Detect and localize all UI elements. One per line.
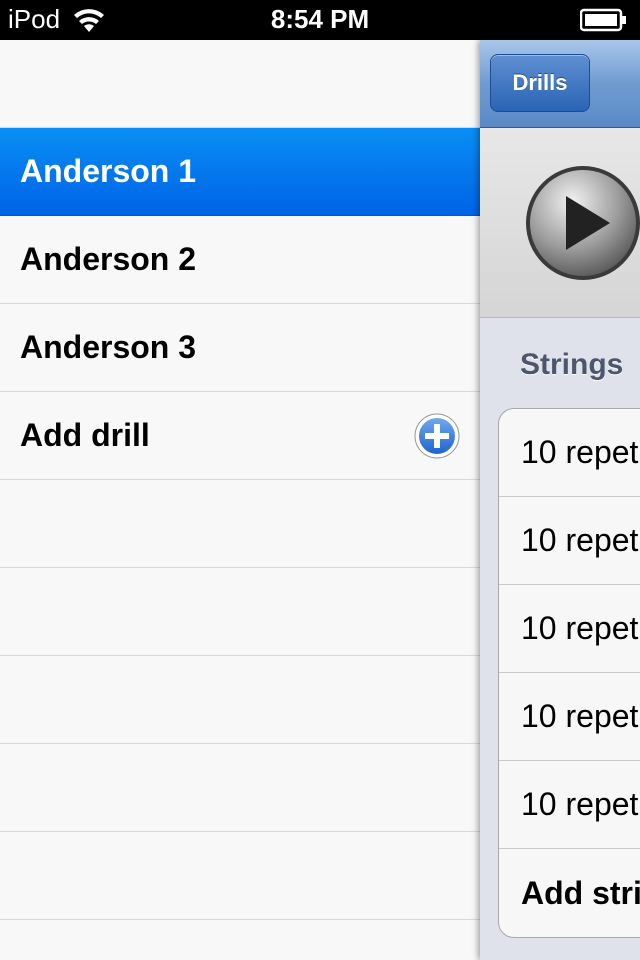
navigation-bar: Drills — [480, 40, 640, 128]
battery-icon — [579, 8, 628, 39]
strings-table: 10 repet 10 repet 10 repet 10 repet 10 r… — [498, 408, 640, 938]
add-drill-label: Add drill — [20, 417, 150, 453]
drill-row-anderson-2[interactable]: Anderson 2 — [0, 216, 480, 304]
string-row[interactable]: 10 repet — [499, 761, 640, 849]
string-row[interactable]: 10 repet — [499, 409, 640, 497]
string-row[interactable]: 10 repet — [499, 497, 640, 585]
plus-circle-icon[interactable] — [414, 413, 460, 459]
add-string-row[interactable]: Add stri — [499, 849, 640, 937]
empty-row — [0, 656, 480, 744]
drills-back-button[interactable]: Drills — [490, 54, 590, 112]
list-header — [0, 40, 480, 128]
string-row[interactable]: 10 repet — [499, 585, 640, 673]
play-icon[interactable] — [524, 164, 640, 282]
drill-row-anderson-1[interactable]: Anderson 1 — [0, 128, 480, 216]
drill-label: Anderson 3 — [20, 329, 197, 365]
status-bar: iPod 8:54 PM — [0, 0, 640, 40]
player-area — [480, 128, 640, 318]
drill-label: Anderson 2 — [20, 241, 197, 277]
drill-row-anderson-3[interactable]: Anderson 3 — [0, 304, 480, 392]
empty-row — [0, 920, 480, 960]
add-drill-row[interactable]: Add drill — [0, 392, 480, 480]
empty-row — [0, 832, 480, 920]
drills-list: Anderson 1 Anderson 2 Anderson 3 Add dri… — [0, 40, 480, 960]
strings-section-title: Strings — [520, 348, 624, 381]
empty-row — [0, 568, 480, 656]
drill-detail-pane: Drills Strings 10 repet 10 repet 10 repe… — [480, 40, 640, 960]
status-time: 8:54 PM — [270, 4, 370, 34]
drill-label: Anderson 1 — [20, 153, 197, 189]
string-row[interactable]: 10 repet — [499, 673, 640, 761]
empty-row — [0, 480, 480, 568]
empty-row — [0, 744, 480, 832]
